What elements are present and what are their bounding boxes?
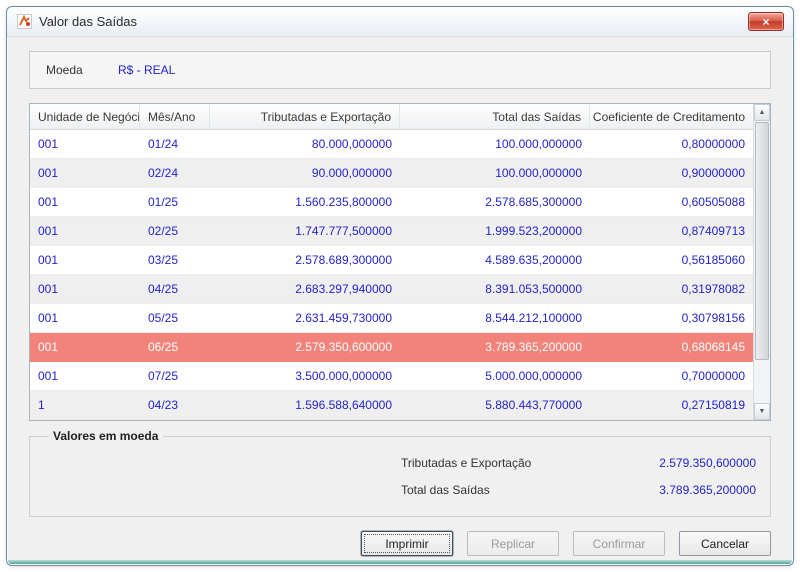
table-cell: 001 [38,137,59,151]
column-header-total-das-saidas[interactable]: Total das Saídas [400,104,590,129]
column-header-mes-ano[interactable]: Mês/Ano [140,104,210,129]
table-cell: 001 [38,311,59,325]
moeda-label: Moeda [46,63,83,77]
table-cell: 2.578.685,300000 [485,195,582,209]
window-title: Valor das Saídas [39,14,138,29]
valores-em-moeda-group: Valores em moeda Tributadas e Exportação… [29,429,771,517]
table-cell: 2.579.350,600000 [295,340,392,354]
scrollbar-track[interactable] [754,361,770,403]
table-row[interactable]: 001 02/25 1.747.777,500000 1.999.523,200000… [30,217,753,246]
moeda-value: R$ - REAL [118,63,176,77]
summary-value-total-saidas: 3.789.365,200000 [659,482,756,497]
table-cell: 1.596.588,640000 [295,398,392,412]
replicar-button[interactable]: Replicar [467,531,559,556]
table-cell: 03/25 [148,253,179,267]
table-cell: 80.000,000000 [311,137,392,151]
table-cell: 05/25 [148,311,179,325]
column-header-unidade-de-negocio[interactable]: Unidade de Negócio [30,104,140,129]
table-cell: 5.880.443,770000 [485,398,582,412]
table-cell: 001 [38,253,59,267]
table-cell: 3.500.000,000000 [295,369,392,383]
summary-row-tributadas: Tributadas e Exportação 2.579.350,600000 [44,449,756,476]
titlebar: Valor das Saídas × [7,7,793,37]
column-header-coeficiente-de-creditamento[interactable]: Coeficiente de Creditamento [590,104,753,129]
table-cell: 06/25 [148,340,179,354]
table-cell: 5.000.000,000000 [485,369,582,383]
moeda-panel: Moeda R$ - REAL [29,51,771,89]
summary-row-total-saidas: Total das Saídas 3.789.365,200000 [44,476,756,503]
table-row[interactable]: 1 04/23 1.596.588,640000 5.880.443,770000 0,… [30,391,753,420]
table-cell: 01/25 [148,195,179,209]
table-row[interactable]: 001 01/24 80.000,000000 100.000,000000 0,800… [30,130,753,159]
table-cell: 3.789.365,200000 [485,340,582,354]
table-row[interactable]: 001 05/25 2.631.459,730000 8.544.212,100000… [30,304,753,333]
table-cell: 0,27150819 [681,398,745,412]
table-cell: 90.000,000000 [311,166,392,180]
table-cell: 001 [38,166,59,180]
table-row[interactable]: 001 02/24 90.000,000000 100.000,000000 0,900… [30,159,753,188]
vertical-scrollbar[interactable]: ▲ ▼ [753,104,770,420]
table-cell: 01/24 [148,137,179,151]
table-cell: 02/24 [148,166,179,180]
table-row[interactable]: 001 03/25 2.578.689,300000 4.589.635,200000… [30,246,753,275]
table-row[interactable]: 001 01/25 1.560.235,800000 2.578.685,300000… [30,188,753,217]
table-header: Unidade de Negócio Mês/Ano Tributadas e … [30,104,770,130]
table-cell: 1 [38,398,45,412]
table-cell: 0,56185060 [681,253,745,267]
summary-label-tributadas: Tributadas e Exportação [401,455,532,470]
cancelar-button[interactable]: Cancelar [679,531,771,556]
scrollbar-thumb[interactable] [755,122,769,360]
table-cell: 8.391.053,500000 [485,282,582,296]
table-cell: 001 [38,369,59,383]
window-bottom-edge [8,560,792,564]
table-row-selected[interactable]: 001 06/25 2.579.350,600000 3.789.365,200000… [30,333,753,362]
table-cell: 4.589.635,200000 [485,253,582,267]
table-cell: 0,68068145 [681,340,745,354]
table-cell: 1.560.235,800000 [295,195,392,209]
table-cell: 100.000,000000 [495,137,582,151]
table-cell: 001 [38,282,59,296]
table-cell: 2.683.297,940000 [295,282,392,296]
table-row[interactable]: 001 07/25 3.500.000,000000 5.000.000,000000… [30,362,753,391]
summary-label-total-saidas: Total das Saídas [401,482,490,497]
table-cell: 2.578.689,300000 [295,253,392,267]
confirmar-button[interactable]: Confirmar [573,531,665,556]
table-cell: 100.000,000000 [495,166,582,180]
table-cell: 0,30798156 [681,311,745,325]
table-cell: 07/25 [148,369,179,383]
scroll-down-icon[interactable]: ▼ [754,403,770,420]
table-cell: 0,60505088 [681,195,745,209]
table-cell: 001 [38,195,59,209]
table-cell: 04/23 [148,398,179,412]
table-cell: 2.631.459,730000 [295,311,392,325]
summary-value-tributadas: 2.579.350,600000 [659,455,756,470]
table-cell: 04/25 [148,282,179,296]
table-cell: 0,87409713 [681,224,745,238]
table-cell: 0,90000000 [681,166,745,180]
column-header-tributadas-e-exportacao[interactable]: Tributadas e Exportação [210,104,400,129]
dialog-button-row: Imprimir Replicar Confirmar Cancelar [29,531,771,556]
table-cell: 001 [38,340,59,354]
table-cell: 1.747.777,500000 [295,224,392,238]
table-cell: 0,31978082 [681,282,745,296]
table-cell: 0,80000000 [681,137,745,151]
data-grid: Unidade de Negócio Mês/Ano Tributadas e … [29,103,771,421]
app-icon [17,14,32,29]
table-row[interactable]: 001 04/25 2.683.297,940000 8.391.053,500000… [30,275,753,304]
dialog-valor-das-saidas: Valor das Saídas × Moeda R$ - REAL Unida… [6,6,794,566]
table-cell: 1.999.523,200000 [485,224,582,238]
table-cell: 02/25 [148,224,179,238]
table-cell: 001 [38,224,59,238]
table-body: 001 01/24 80.000,000000 100.000,000000 0,800… [30,130,753,420]
table-cell: 8.544.212,100000 [485,311,582,325]
imprimir-button[interactable]: Imprimir [361,531,453,556]
valores-em-moeda-title: Valores em moeda [53,429,159,443]
scroll-up-icon[interactable]: ▲ [754,104,770,121]
close-button[interactable]: × [748,12,784,31]
table-cell: 0,70000000 [681,369,745,383]
